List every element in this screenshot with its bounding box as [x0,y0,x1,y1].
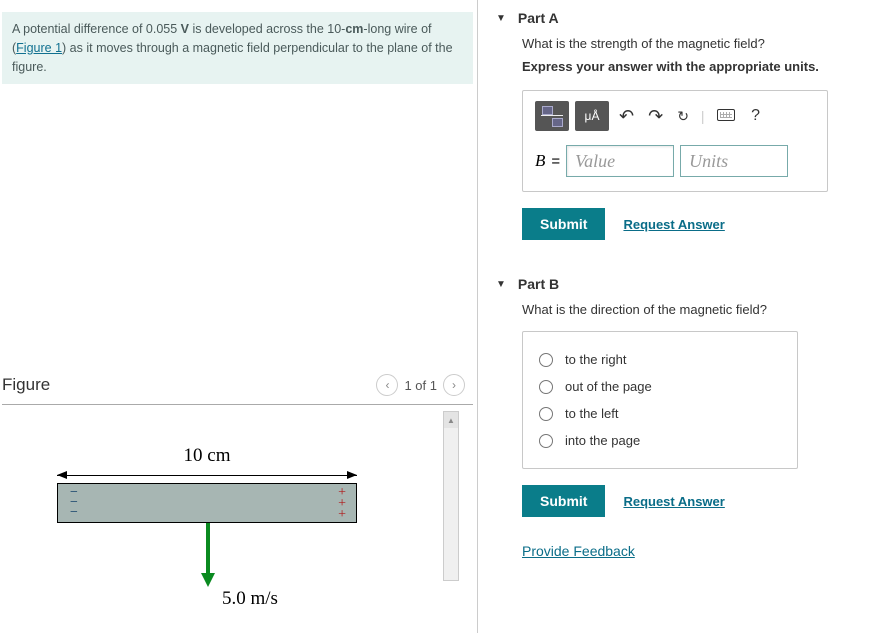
unit-cm: cm [345,22,363,36]
value-input[interactable]: Value [566,145,674,177]
figure-prev-button[interactable]: ‹ [376,374,398,396]
problem-statement: A potential difference of 0.055 V is dev… [2,12,473,84]
option-radio[interactable] [539,353,553,367]
figure-header: Figure ‹ 1 of 1 › [2,374,473,405]
figure-canvas: 10 cm −−− +++ 5.0 m/s [57,445,357,523]
figure-title: Figure [2,375,50,395]
part-a-question: What is the strength of the magnetic fie… [522,36,865,51]
part-a-title: Part A [518,10,559,26]
figure-link[interactable]: Figure 1 [16,41,62,55]
redo-button[interactable]: ↷ [644,106,667,127]
part-b-header[interactable]: ▼ Part B [496,266,865,302]
provide-feedback-link[interactable]: Provide Feedback [522,543,865,559]
unit-v: V [181,22,189,36]
option-row[interactable]: to the right [539,346,781,373]
option-label: to the right [565,352,626,367]
part-a-answer-box: μÅ ↶ ↷ ↻ | ? B = Value Units [522,90,828,192]
figure-nav: ‹ 1 of 1 › [376,374,465,396]
keyboard-button[interactable] [713,109,739,124]
figure-counter: 1 of 1 [404,378,437,393]
part-a-submit-button[interactable]: Submit [522,208,605,240]
part-a-request-answer-link[interactable]: Request Answer [623,217,724,232]
velocity-label: 5.0 m/s [222,588,278,610]
undo-button[interactable]: ↶ [615,106,638,127]
figure-scrollbar[interactable]: ▲ [443,411,459,581]
option-row[interactable]: out of the page [539,373,781,400]
mu-units-button[interactable]: μÅ [575,101,609,131]
equals-sign: = [551,153,560,170]
part-b-title: Part B [518,276,559,292]
units-input[interactable]: Units [680,145,788,177]
reset-button[interactable]: ↻ [673,108,693,125]
option-radio[interactable] [539,380,553,394]
help-button[interactable]: ? [745,107,767,125]
option-label: to the left [565,406,618,421]
left-panel: A potential difference of 0.055 V is dev… [0,0,478,633]
collapse-icon: ▼ [496,279,506,290]
part-a-actions: Submit Request Answer [522,208,865,240]
part-b-submit-button[interactable]: Submit [522,485,605,517]
negative-charge-icon: −−− [70,488,78,518]
option-radio[interactable] [539,434,553,448]
part-b-body: What is the direction of the magnetic fi… [496,302,865,559]
figure-body: ▲ 10 cm −−− +++ [2,405,473,590]
option-row[interactable]: into the page [539,427,781,454]
positive-charge-icon: +++ [338,487,346,520]
figure-section: Figure ‹ 1 of 1 › ▲ 10 cm −−− [2,374,473,590]
collapse-icon: ▼ [496,13,506,24]
part-b-request-answer-link[interactable]: Request Answer [623,494,724,509]
part-a-body: What is the strength of the magnetic fie… [496,36,865,240]
variable-b: B [535,151,545,171]
right-panel: ▼ Part A What is the strength of the mag… [478,0,875,633]
option-label: into the page [565,433,640,448]
part-b-question: What is the direction of the magnetic fi… [522,302,865,317]
wire-length-label: 10 cm [57,445,357,467]
part-a-input-row: B = Value Units [535,145,815,177]
part-a-instruction: Express your answer with the appropriate… [522,59,865,74]
option-radio[interactable] [539,407,553,421]
fraction-template-button[interactable] [535,101,569,131]
figure-next-button[interactable]: › [443,374,465,396]
scroll-up-icon[interactable]: ▲ [444,412,458,428]
keyboard-icon [717,109,735,121]
dimension-line [57,469,357,483]
answer-toolbar: μÅ ↶ ↷ ↻ | ? [535,101,815,131]
option-label: out of the page [565,379,652,394]
option-row[interactable]: to the left [539,400,781,427]
dim-arrow-right-icon [347,471,357,479]
problem-text: A potential difference of 0.055 [12,22,181,36]
part-a-header[interactable]: ▼ Part A [496,0,865,36]
part-b-actions: Submit Request Answer [522,485,865,517]
part-b-options-box: to the right out of the page to the left… [522,331,798,469]
wire-rectangle: −−− +++ 5.0 m/s [57,483,357,523]
